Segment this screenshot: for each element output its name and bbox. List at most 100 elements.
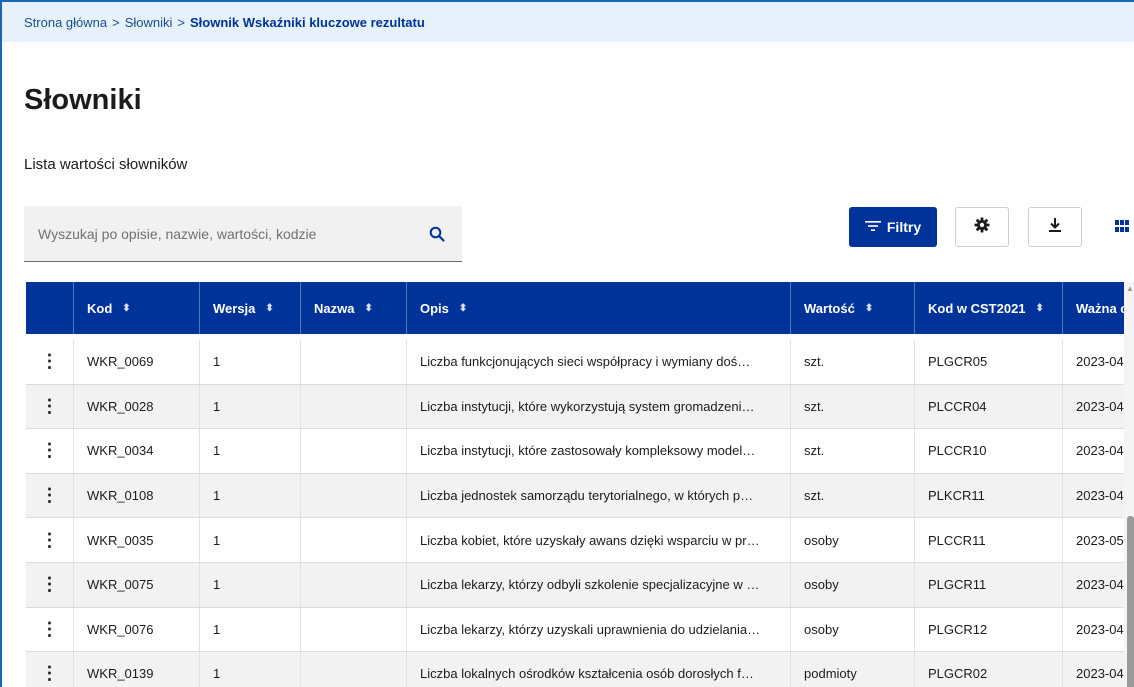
breadcrumb-slowniki[interactable]: Słowniki bbox=[125, 15, 173, 30]
cell-opis: Liczba instytucji, które zastosowały kom… bbox=[407, 429, 791, 473]
cell-kod-cst2021: PLCCR10 bbox=[915, 429, 1063, 473]
cell-opis: Liczba lokalnych ośrodków kształcenia os… bbox=[407, 652, 791, 687]
grid-icon bbox=[1115, 219, 1129, 237]
cell-kod: WKR_0069 bbox=[74, 340, 200, 384]
page-title: Słowniki bbox=[24, 84, 142, 116]
table-row: ⋮ WKR_0108 1 Liczba jednostek samorządu … bbox=[26, 473, 1124, 519]
breadcrumb: Strona główna > Słowniki > Słownik Wskaź… bbox=[2, 2, 1134, 42]
table-row: ⋮ WKR_0076 1 Liczba lekarzy, którzy uzys… bbox=[26, 607, 1124, 653]
kebab-menu-icon[interactable]: ⋮ bbox=[26, 562, 74, 607]
cell-wartosc: szt. bbox=[791, 384, 915, 429]
cell-wersja: 1 bbox=[200, 607, 301, 652]
cell-wartosc: szt. bbox=[791, 429, 915, 473]
cell-wersja: 1 bbox=[200, 384, 301, 429]
table-header: Kod ⬍ Wersja ⬍ Nazwa ⬍ Opis ⬍ Wartość ⬍ Kod w… bbox=[26, 282, 1124, 334]
cell-wartosc: osoby bbox=[791, 607, 915, 652]
table-row: ⋮ WKR_0035 1 Liczba kobiet, które uzyska… bbox=[26, 518, 1124, 563]
column-header-kod[interactable]: Kod ⬍ bbox=[74, 282, 200, 334]
table-row: ⋮ WKR_0139 1 Liczba lokalnych ośrodków k… bbox=[26, 652, 1124, 687]
column-header-kod-cst2021[interactable]: Kod w CST2021 ⬍ bbox=[915, 282, 1063, 334]
column-header-nazwa[interactable]: Nazwa ⬍ bbox=[301, 282, 407, 334]
column-header-wartosc[interactable]: Wartość ⬍ bbox=[791, 282, 915, 334]
filter-button[interactable]: Filtry bbox=[849, 207, 937, 247]
breadcrumb-separator: > bbox=[112, 14, 120, 30]
cell-opis: Liczba lekarzy, którzy uzyskali uprawnie… bbox=[407, 607, 791, 652]
breadcrumb-separator: > bbox=[177, 14, 185, 30]
sort-icon: ⬍ bbox=[458, 302, 468, 314]
cell-wazna-od: 2023-04 bbox=[1063, 340, 1124, 384]
cell-opis: Liczba kobiet, które uzyskały awans dzię… bbox=[407, 518, 791, 562]
cell-opis: Liczba lekarzy, którzy odbyli szkolenie … bbox=[407, 562, 791, 607]
download-icon bbox=[1048, 217, 1062, 238]
filter-button-label: Filtry bbox=[886, 219, 922, 235]
kebab-menu-icon[interactable]: ⋮ bbox=[26, 340, 74, 384]
table-row: ⋮ WKR_0034 1 Liczba instytucji, które za… bbox=[26, 429, 1124, 474]
sort-icon: ⬍ bbox=[265, 302, 274, 314]
cell-wazna-od: 2023-04 bbox=[1063, 474, 1124, 518]
settings-button[interactable] bbox=[955, 207, 1009, 247]
cell-nazwa bbox=[301, 473, 407, 518]
cell-wartosc: osoby bbox=[791, 518, 915, 562]
cell-nazwa bbox=[301, 562, 407, 607]
cell-wartosc: szt. bbox=[791, 340, 915, 384]
cell-wersja: 1 bbox=[200, 473, 301, 518]
app-frame: Strona główna > Słowniki > Słownik Wskaź… bbox=[0, 0, 1134, 687]
cell-wazna-od: 2023-04 bbox=[1063, 429, 1124, 473]
sort-icon: ⬍ bbox=[864, 302, 874, 314]
cell-wazna-od: 2023-04 bbox=[1063, 385, 1124, 429]
kebab-menu-icon[interactable]: ⋮ bbox=[26, 518, 74, 562]
cell-wazna-od: 2023-05 bbox=[1063, 518, 1124, 562]
cell-nazwa bbox=[301, 384, 407, 429]
cell-nazwa bbox=[301, 652, 407, 687]
column-header-opis[interactable]: Opis ⬍ bbox=[407, 282, 791, 334]
search-input[interactable] bbox=[38, 225, 426, 242]
kebab-menu-icon[interactable]: ⋮ bbox=[26, 384, 74, 429]
cell-kod: WKR_0108 bbox=[74, 473, 200, 518]
sort-icon: ⬍ bbox=[1035, 302, 1044, 314]
table-row: ⋮ WKR_0028 1 Liczba instytucji, które wy… bbox=[26, 384, 1124, 430]
cell-kod: WKR_0028 bbox=[74, 384, 200, 429]
cell-kod: WKR_0035 bbox=[74, 518, 200, 562]
gear-icon bbox=[974, 217, 990, 238]
cell-wersja: 1 bbox=[200, 562, 301, 607]
cell-wazna-od: 2023-04 bbox=[1063, 652, 1124, 687]
cell-kod-cst2021: PLKCR11 bbox=[915, 473, 1063, 518]
cell-kod: WKR_0139 bbox=[74, 652, 200, 687]
cell-wersja: 1 bbox=[200, 652, 301, 687]
cell-wazna-od: 2023-04 bbox=[1063, 608, 1124, 652]
column-header-actions bbox=[26, 282, 74, 334]
column-header-wazna-od[interactable]: Ważna od bbox=[1063, 282, 1124, 334]
search-box bbox=[24, 206, 462, 262]
scrollbar-thumb[interactable] bbox=[1127, 516, 1134, 687]
cell-kod-cst2021: PLGCR12 bbox=[915, 607, 1063, 652]
cell-wartosc: podmioty bbox=[791, 652, 915, 687]
table-row: ⋮ WKR_0075 1 Liczba lekarzy, którzy odby… bbox=[26, 562, 1124, 608]
cell-kod-cst2021: PLCCR04 bbox=[915, 384, 1063, 429]
breadcrumb-home[interactable]: Strona główna bbox=[24, 15, 107, 30]
cell-kod-cst2021: PLGCR05 bbox=[915, 340, 1063, 384]
column-header-wersja[interactable]: Wersja ⬍ bbox=[200, 282, 301, 334]
cell-kod-cst2021: PLGCR02 bbox=[915, 652, 1063, 687]
cell-nazwa bbox=[301, 518, 407, 562]
page-subtitle: Lista wartości słowników bbox=[24, 156, 188, 173]
download-button[interactable] bbox=[1028, 207, 1082, 247]
cell-nazwa bbox=[301, 429, 407, 473]
cell-wazna-od: 2023-04 bbox=[1063, 563, 1124, 607]
cell-opis: Liczba instytucji, które wykorzystują sy… bbox=[407, 384, 791, 429]
cell-kod: WKR_0075 bbox=[74, 562, 200, 607]
cell-wartosc: szt. bbox=[791, 473, 915, 518]
kebab-menu-icon[interactable]: ⋮ bbox=[26, 607, 74, 652]
filter-icon bbox=[864, 219, 881, 235]
scroll-up-arrow-icon[interactable]: ▲ bbox=[1126, 284, 1134, 293]
cell-wersja: 1 bbox=[200, 518, 301, 562]
cell-wartosc: osoby bbox=[791, 562, 915, 607]
kebab-menu-icon[interactable]: ⋮ bbox=[26, 652, 74, 687]
grid-view-button[interactable] bbox=[1110, 216, 1134, 240]
search-icon[interactable] bbox=[426, 223, 448, 245]
cell-opis: Liczba jednostek samorządu terytorialneg… bbox=[407, 473, 791, 518]
table-row: ⋮ WKR_0069 1 Liczba funkcjonujących siec… bbox=[26, 340, 1124, 385]
cell-opis: Liczba funkcjonujących sieci współpracy … bbox=[407, 340, 791, 384]
breadcrumb-current: Słownik Wskaźniki kluczowe rezultatu bbox=[190, 14, 425, 30]
kebab-menu-icon[interactable]: ⋮ bbox=[26, 429, 74, 473]
kebab-menu-icon[interactable]: ⋮ bbox=[26, 473, 74, 518]
